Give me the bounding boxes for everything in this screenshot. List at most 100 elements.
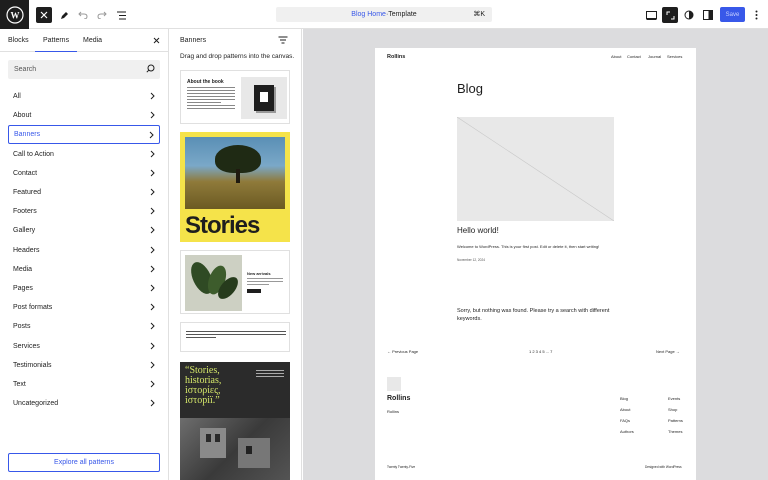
footer-link-themes[interactable]: Themes [668,429,682,434]
close-icon[interactable] [150,34,162,46]
nav-item-journal[interactable]: Journal [648,54,661,59]
tree-image [185,137,285,209]
footer-link-shop[interactable]: Shop [668,407,677,412]
category-item-services[interactable]: Services [8,337,160,356]
top-toolbar: W Blog Home · Template ⌘K Save [0,0,768,29]
page-heading[interactable]: Blog [457,81,483,96]
category-item-featured[interactable]: Featured [8,183,160,202]
category-item-text[interactable]: Text [8,375,160,394]
category-label: Banners [14,131,41,139]
featured-image-placeholder[interactable] [457,117,614,221]
category-item-banners[interactable]: Banners [8,125,160,145]
wordpress-icon[interactable]: W [0,0,29,29]
thumb-heading: New arrivals [247,271,271,276]
category-item-media[interactable]: Media [8,260,160,279]
tab-blocks[interactable]: Blocks [8,29,29,52]
footer-site-title[interactable]: Rollins [387,395,410,402]
settings-icon[interactable] [700,7,716,23]
next-page-link[interactable]: Next Page → [656,349,680,354]
tab-patterns[interactable]: Patterns [35,29,78,52]
explore-all-patterns-button[interactable]: Explore all patterns [8,453,160,472]
nav-item-services[interactable]: Services [667,54,682,59]
plant-image [185,255,242,311]
filter-icon[interactable] [278,36,288,46]
chevron-right-icon [150,399,155,409]
category-item-gallery[interactable]: Gallery [8,221,160,240]
chevron-right-icon [150,246,155,256]
chevron-right-icon [149,131,154,141]
category-label: Headers [13,246,40,254]
command-shortcut: ⌘K [473,11,485,18]
redo-icon[interactable] [94,7,110,23]
pattern-thumbnail-text[interactable] [180,322,290,352]
ruins-image [180,418,290,480]
category-label: Call to Action [13,150,54,158]
undo-icon[interactable] [75,7,91,23]
chevron-right-icon [150,284,155,294]
list-view-icon[interactable] [113,7,129,23]
category-item-about[interactable]: About [8,106,160,125]
page-preview[interactable]: Rollins About Contact Journal Services Blog… [375,48,696,480]
category-item-headers[interactable]: Headers [8,241,160,260]
post-title[interactable]: Hello world! [457,226,499,235]
document-bar[interactable]: Blog Home · Template ⌘K [276,7,492,22]
category-item-all[interactable]: All [8,87,160,106]
thumb-multilingual-text: “Stories, historias, iστορίες, iστоpiї.” [185,365,222,406]
category-item-footers[interactable]: Footers [8,202,160,221]
footer-link-blog[interactable]: Blog [620,396,628,401]
footer-link-about[interactable]: About [620,407,630,412]
category-item-post-formats[interactable]: Post formats [8,298,160,317]
footer-link-faqs[interactable]: FAQs [620,418,630,423]
fullscreen-icon[interactable] [662,7,678,23]
pagination[interactable]: 1 2 3 4 5 ... 7 [529,349,552,354]
footer-link-events[interactable]: Events [668,396,680,401]
category-label: Gallery [13,227,36,235]
post-excerpt: Welcome to WordPress. This is your first… [457,244,600,249]
category-label: Post formats [13,304,53,312]
thumb-text-lines [256,370,284,379]
pencil-icon[interactable] [56,7,72,23]
thumb-text-lines [186,331,286,340]
inserter-tabs: Blocks Patterns Media [0,29,169,52]
thumb-button [247,289,261,293]
inserter-panel: Blocks Patterns Media Search All About Ban… [0,29,169,480]
category-item-testimonials[interactable]: Testimonials [8,356,160,375]
chevron-right-icon [150,169,155,179]
search-input[interactable]: Search [8,60,160,79]
footer-link-authors[interactable]: Authors [620,429,634,434]
site-title[interactable]: Rollins [387,54,405,60]
site-logo-placeholder[interactable] [387,377,401,391]
pattern-thumbnail-stories[interactable]: Stories [180,132,290,242]
chevron-right-icon [150,188,155,198]
footer-theme-credit: Twenty Twenty-Five [387,465,416,469]
footer-link-patterns[interactable]: Patterns [668,418,683,423]
tab-media[interactable]: Media [83,29,102,52]
previous-page-link[interactable]: ← Previous Page [387,349,418,354]
category-label: Media [13,265,33,273]
pattern-thumbnail-new-arrivals[interactable]: New arrivals [180,250,290,314]
footer-designed-with: Designed with WordPress [645,465,682,469]
category-item-posts[interactable]: Posts [8,317,160,336]
pattern-thumbnail-about-book[interactable]: About the book [180,70,290,124]
pattern-thumbnail-stories-multilingual[interactable]: “Stories, historias, iστορίες, iστоpiї.” [180,362,290,480]
category-item-uncategorized[interactable]: Uncategorized [8,394,160,413]
view-icon[interactable] [643,7,659,23]
chevron-right-icon [150,342,155,352]
document-type: Template [388,11,417,18]
patterns-panel: Banners Drag and drop patterns into the … [170,29,302,480]
close-icon[interactable] [36,7,52,23]
category-item-call-to-action[interactable]: Call to Action [8,145,160,164]
save-button[interactable]: Save [720,7,745,22]
patterns-hint: Drag and drop patterns into the canvas. [180,53,295,60]
chevron-right-icon [150,361,155,371]
category-label: Services [13,342,40,350]
category-label: Contact [13,169,38,177]
styles-icon[interactable] [681,7,697,23]
nav-item-about[interactable]: About [611,54,621,59]
category-label: Footers [13,208,37,216]
thumb-text-lines [187,87,235,111]
more-icon[interactable] [748,7,764,23]
category-item-pages[interactable]: Pages [8,279,160,298]
category-item-contact[interactable]: Contact [8,164,160,183]
nav-item-contact[interactable]: Contact [627,54,641,59]
